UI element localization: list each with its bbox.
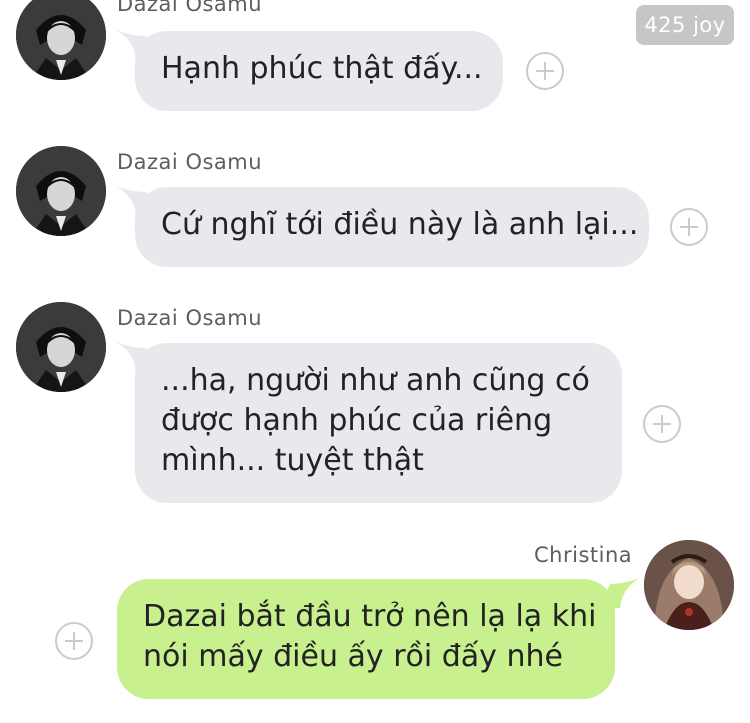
joy-count-badge: 425 joy bbox=[636, 5, 734, 45]
avatar-dazai-image bbox=[16, 0, 106, 80]
message-text: Hạnh phúc thật đấy... bbox=[161, 51, 483, 86]
sender-name: Dazai Osamu bbox=[117, 306, 263, 330]
avatar-christina-image bbox=[644, 540, 734, 630]
message-text: Cứ nghĩ tới điều này là anh lại... bbox=[161, 207, 639, 242]
message-text-line: được hạnh phúc của riêng bbox=[161, 403, 553, 438]
add-reaction-plus-icon[interactable] bbox=[526, 52, 564, 90]
add-reaction-plus-icon[interactable] bbox=[670, 208, 708, 246]
message-text-line: mình... tuyệt thật bbox=[161, 443, 424, 478]
sender-name: Christina bbox=[534, 543, 633, 567]
message-text-line: nói mấy điều ấy rồi đấy nhé bbox=[143, 639, 563, 674]
avatar-dazai[interactable] bbox=[16, 302, 106, 392]
message-bubble-incoming[interactable]: Hạnh phúc thật đấy... bbox=[135, 31, 503, 111]
sender-name: Dazai Osamu bbox=[117, 150, 263, 174]
avatar-dazai-image bbox=[16, 302, 106, 392]
message-bubble-outgoing[interactable]: Dazai bắt đầu trở nên lạ lạ khi nói mấy … bbox=[117, 579, 615, 699]
add-reaction-plus-icon[interactable] bbox=[55, 622, 93, 660]
message-bubble-incoming[interactable]: Cứ nghĩ tới điều này là anh lại... bbox=[135, 187, 649, 267]
message-bubble-incoming[interactable]: ...ha, người như anh cũng có được hạnh p… bbox=[135, 343, 622, 503]
avatar-dazai[interactable] bbox=[16, 146, 106, 236]
sender-name: Dazai Osamu bbox=[117, 0, 263, 16]
message-text-line: Dazai bắt đầu trở nên lạ lạ khi bbox=[143, 599, 597, 634]
avatar-dazai[interactable] bbox=[16, 0, 106, 80]
message-text-line: ...ha, người như anh cũng có bbox=[161, 363, 590, 398]
avatar-christina[interactable] bbox=[644, 540, 734, 630]
avatar-dazai-image bbox=[16, 146, 106, 236]
add-reaction-plus-icon[interactable] bbox=[643, 405, 681, 443]
